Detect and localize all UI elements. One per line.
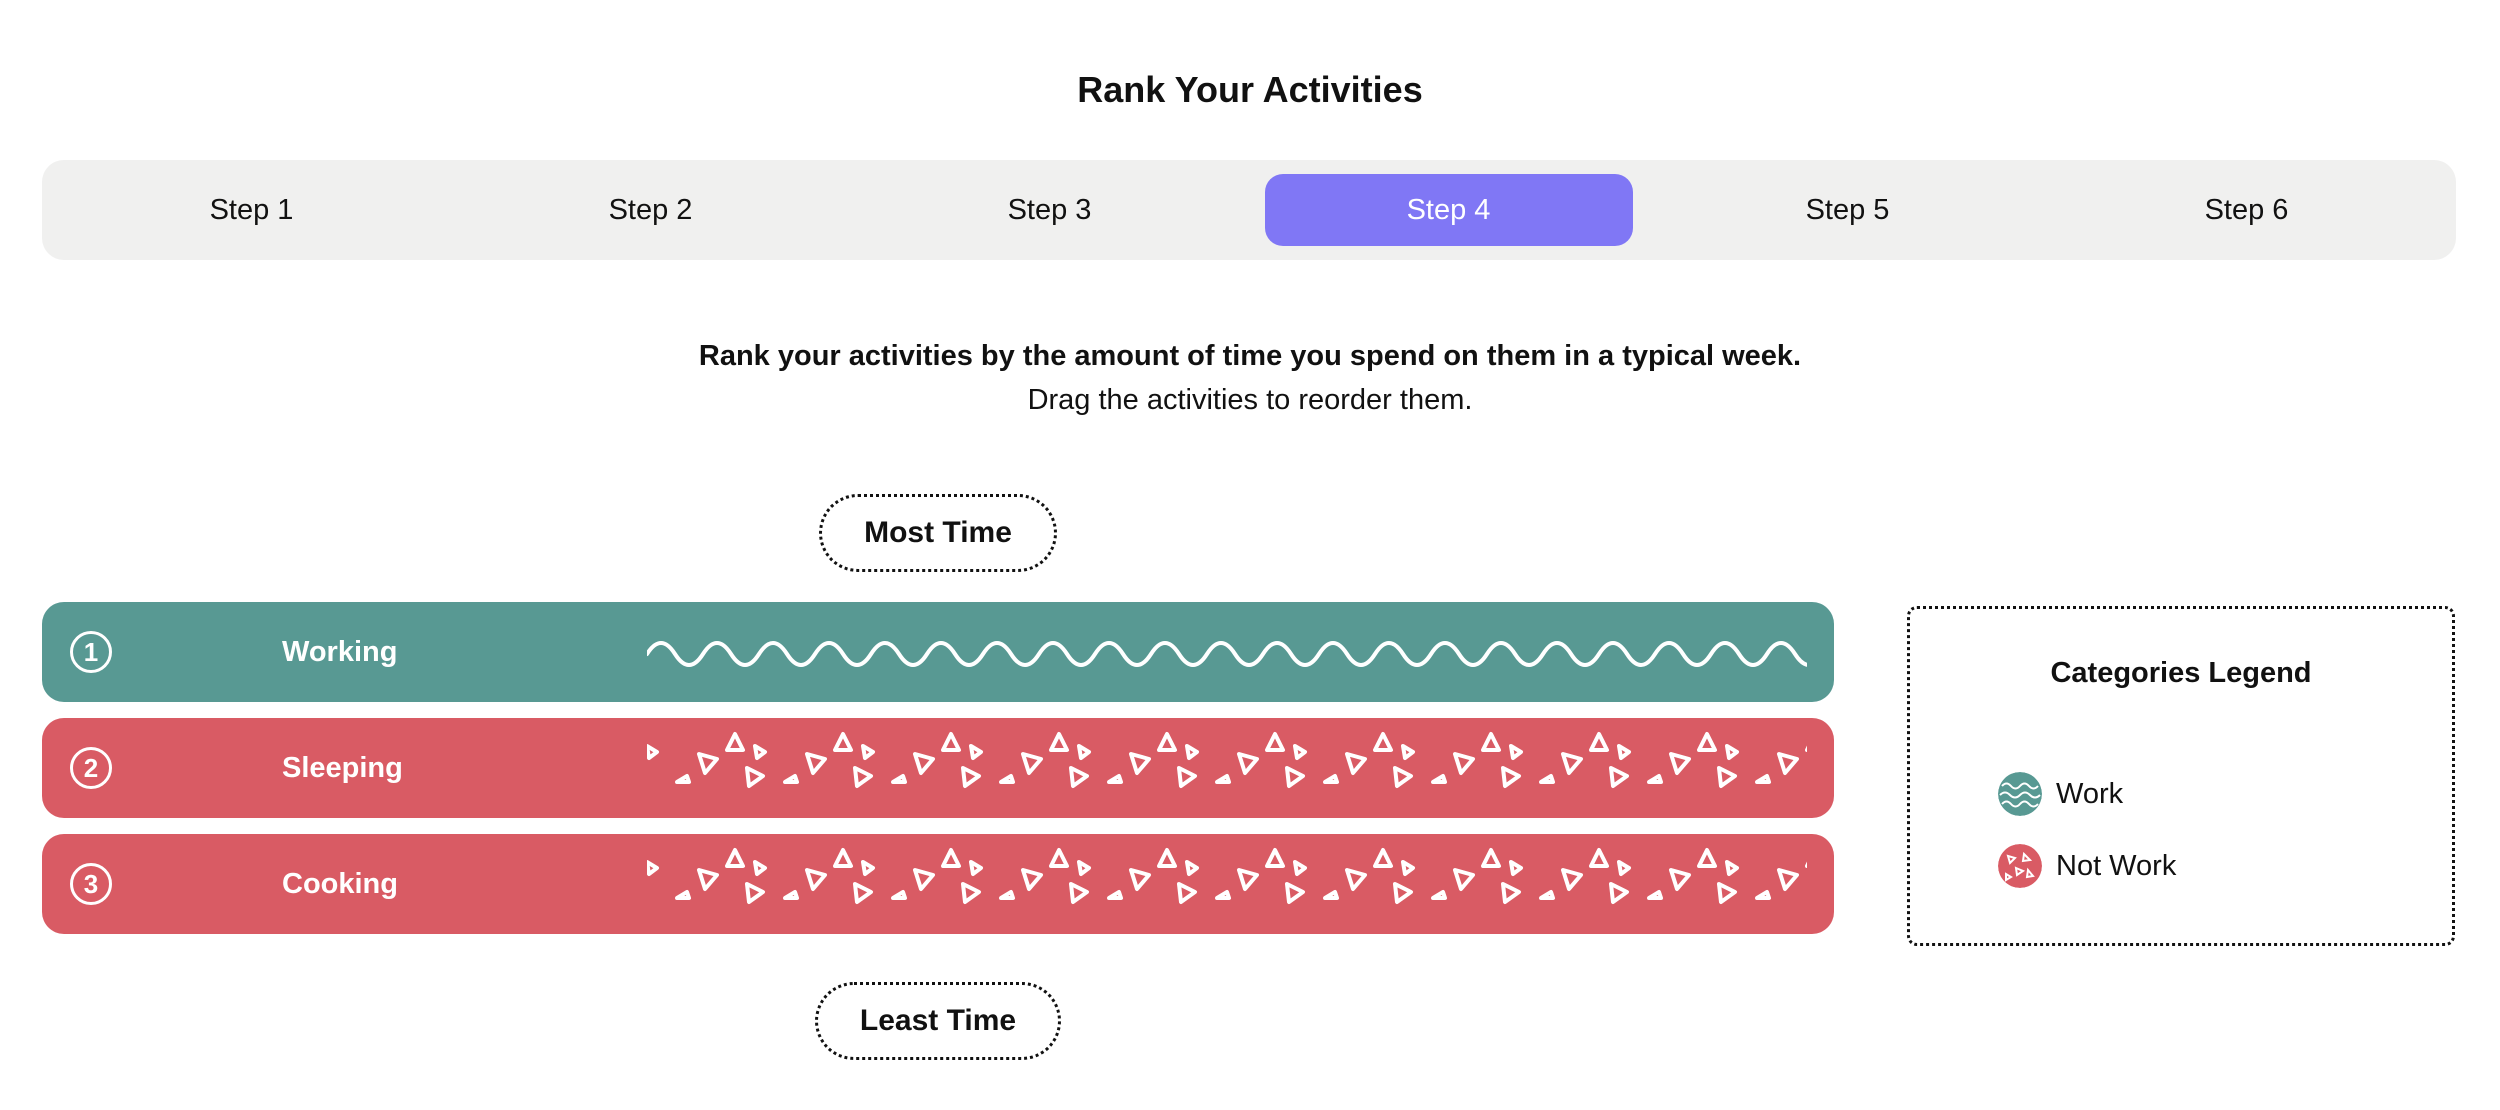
least-time-marker: Least Time — [815, 982, 1061, 1060]
stepper: Step 1 Step 2 Step 3 Step 4 Step 5 Step … — [42, 160, 2456, 260]
activity-label: Working — [282, 635, 398, 668]
activity-item-working[interactable]: 1 Working — [42, 602, 1834, 702]
legend-title: Categories Legend — [2050, 657, 2312, 689]
rank-badge: 3 — [70, 863, 112, 905]
instructions: Rank your activities by the amount of ti… — [0, 334, 2500, 422]
legend-label: Not Work — [2056, 849, 2177, 882]
step-1-tab[interactable]: Step 1 — [68, 174, 436, 246]
most-time-marker: Most Time — [819, 494, 1057, 572]
rank-badge: 1 — [70, 631, 112, 673]
legend-item-work: Work — [1998, 771, 2123, 817]
wave-pattern-icon — [1998, 772, 2042, 816]
triangle-pattern-icon — [1998, 844, 2042, 888]
legend-label: Work — [2056, 777, 2124, 810]
step-4-tab[interactable]: Step 4 — [1264, 174, 1633, 246]
instructions-sub: Drag the activities to reorder them. — [1027, 384, 1473, 416]
step-3-tab[interactable]: Step 3 — [866, 174, 1234, 246]
page-title: Rank Your Activities — [1077, 69, 1423, 110]
activity-label: Sleeping — [282, 751, 403, 784]
legend-item-not-work: Not Work — [1998, 843, 2176, 889]
rank-badge: 2 — [70, 747, 112, 789]
activity-item-sleeping[interactable]: 2 Sleeping — [42, 718, 1834, 818]
step-5-tab[interactable]: Step 5 — [1664, 174, 2032, 246]
categories-legend: Categories Legend Work Not Work — [1907, 606, 2455, 946]
step-2-tab[interactable]: Step 2 — [467, 174, 835, 246]
activity-item-cooking[interactable]: 3 Cooking — [42, 834, 1834, 934]
wave-pattern-icon — [647, 641, 1807, 667]
activity-label: Cooking — [282, 867, 398, 900]
triangle-pattern-icon — [647, 848, 1807, 904]
step-6-tab[interactable]: Step 6 — [2063, 174, 2431, 246]
triangle-pattern-icon — [647, 732, 1807, 788]
instructions-main: Rank your activities by the amount of ti… — [698, 340, 1802, 372]
